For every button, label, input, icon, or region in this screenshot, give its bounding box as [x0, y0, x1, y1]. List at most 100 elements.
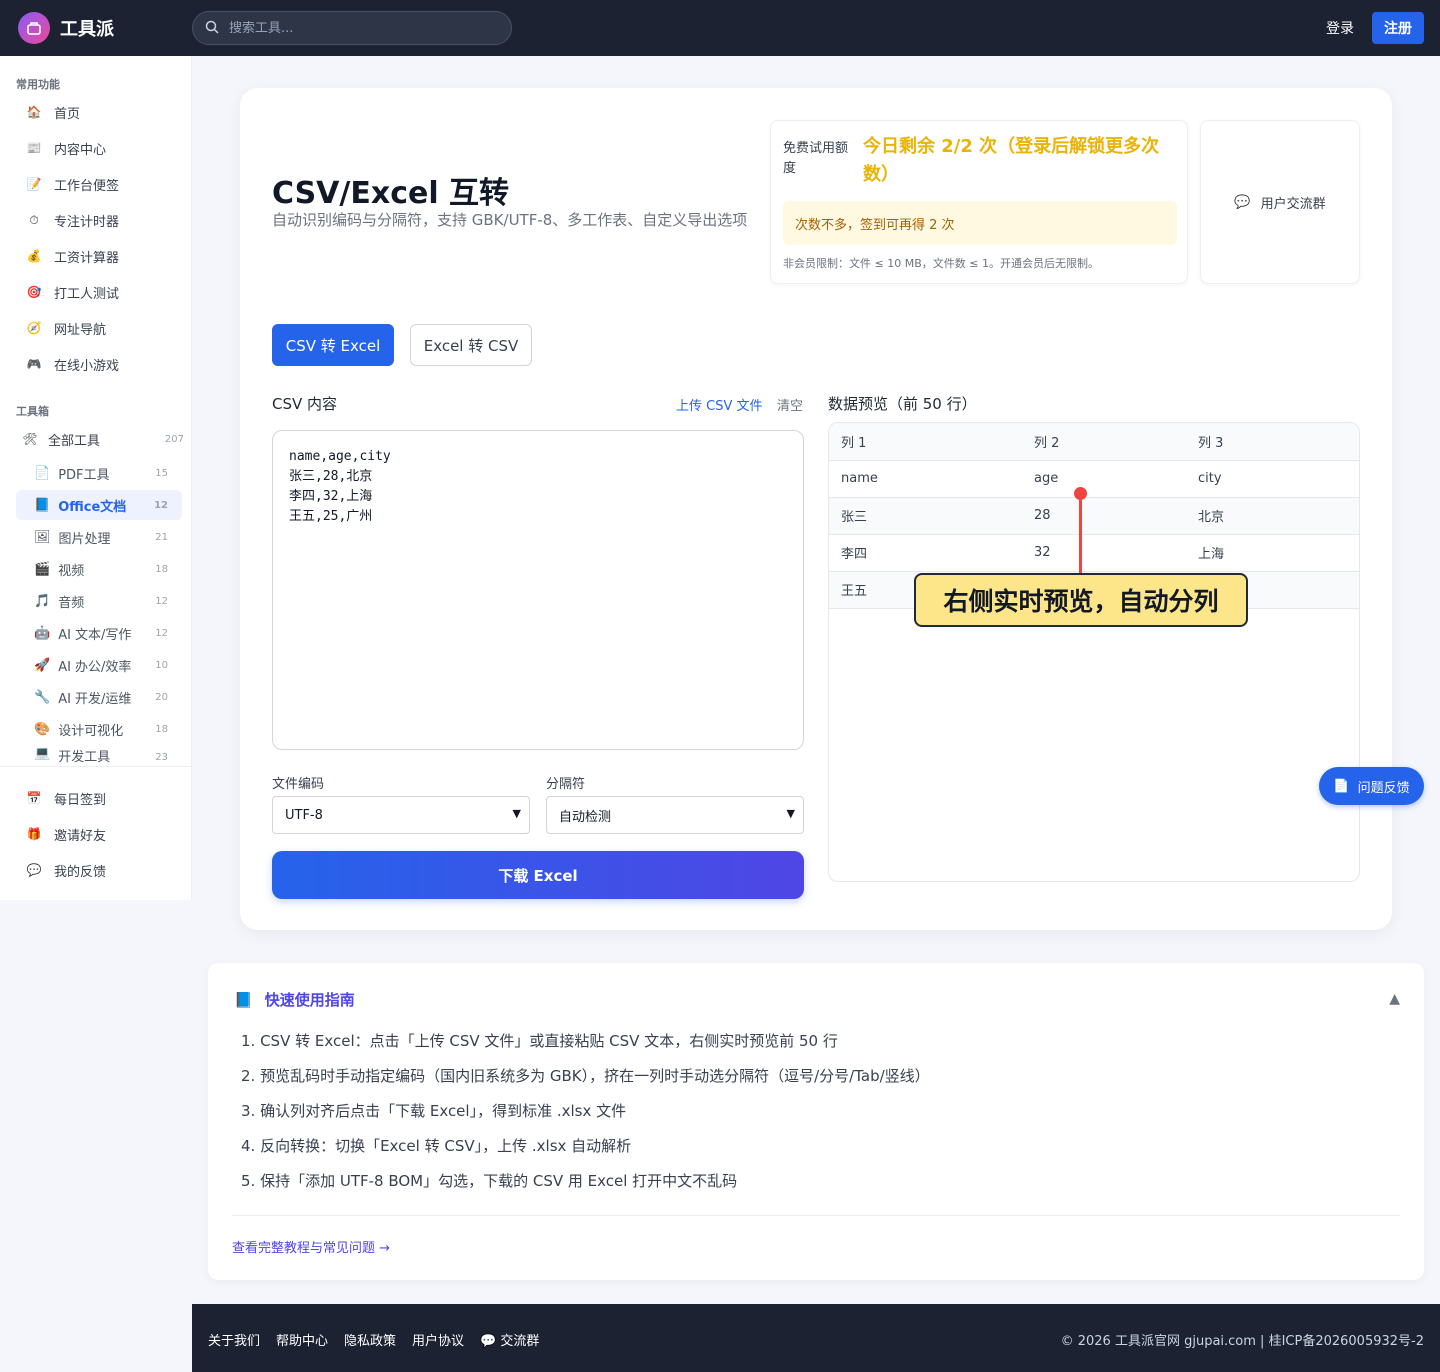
calendar-icon: 📅: [26, 791, 42, 805]
sidebar-category-ai-writing[interactable]: 🤖 AI 文本/写作 12: [16, 618, 182, 648]
upload-csv-link[interactable]: 上传 CSV 文件: [676, 395, 763, 414]
sidebar-item-label: 工作台便签: [54, 178, 120, 194]
sidebar-category-audio[interactable]: 🎵 音频 12: [16, 586, 182, 616]
footer: 关于我们 帮助中心 隐私政策 用户协议 💬 交流群 © 2026 工具派官网 g…: [192, 1304, 1440, 1372]
encoding-select[interactable]: UTF-8 ▼: [272, 796, 530, 834]
book-icon: 📘: [234, 990, 253, 1009]
sidebar-category-office[interactable]: 📘 Office文档 12: [16, 490, 182, 520]
sidebar-item-nav[interactable]: 🧭 网址导航: [16, 312, 184, 344]
user-group-label: 用户交流群: [1260, 196, 1326, 212]
list-item: 1. CSV 转 Excel：点击「上传 CSV 文件」或直接粘贴 CSV 文本…: [241, 1032, 838, 1050]
user-group-card[interactable]: 💬 用户交流群: [1200, 120, 1360, 284]
sidebar-category-image[interactable]: 🖼 图片处理 21: [16, 522, 182, 552]
download-excel-button[interactable]: 下载 Excel: [272, 851, 804, 899]
category-count: 20: [155, 691, 168, 703]
sidebar-item-label: 内容中心: [54, 142, 107, 158]
footer-link-group[interactable]: 💬 交流群: [480, 1330, 539, 1349]
category-label: Office文档: [58, 499, 127, 515]
sidebar-item-content[interactable]: 📰 内容中心: [16, 132, 184, 164]
sidebar-item-games[interactable]: 🎮 在线小游戏: [16, 348, 184, 380]
music-note-icon: 🎵: [34, 593, 51, 609]
callout-pointer-dot: [1074, 487, 1087, 500]
quick-guide-panel: 📘 快速使用指南 ▲ 1. CSV 转 Excel：点击「上传 CSV 文件」或…: [208, 963, 1424, 1280]
sidebar-item-invite[interactable]: 🎁 邀请好友: [16, 818, 184, 850]
table-cell: 李四: [829, 534, 1022, 572]
sidebar-category-ai-dev[interactable]: 🔧 AI 开发/运维 20: [16, 682, 182, 712]
money-bag-icon: 💰: [26, 249, 42, 263]
logo[interactable]: 工具派: [18, 12, 114, 44]
sidebar-category-ai-office[interactable]: 🚀 AI 办公/效率 10: [16, 650, 182, 680]
sidebar-item-timer[interactable]: ⏱ 专注计时器: [16, 204, 184, 236]
tab-csv-to-excel[interactable]: CSV 转 Excel: [272, 324, 394, 366]
full-tutorial-link[interactable]: 查看完整教程与常见问题 →: [232, 1237, 390, 1256]
sidebar-item-salary[interactable]: 💰 工资计算器: [16, 240, 184, 272]
tool-card: CSV/Excel 互转 自动识别编码与分隔符，支持 GBK/UTF-8、多工作…: [240, 88, 1392, 930]
sidebar-category-devtools[interactable]: 💻 开发工具 23: [16, 746, 182, 766]
sidebar-item-label: 全部工具: [48, 433, 101, 449]
delimiter-select[interactable]: 自动检测 ▼: [546, 796, 804, 834]
guide-header[interactable]: 📘 快速使用指南: [234, 989, 355, 1010]
footer-link-about[interactable]: 关于我们: [208, 1330, 260, 1349]
chevron-down-icon: ▼: [512, 807, 521, 820]
news-icon: 📰: [26, 141, 42, 155]
encoding-label: 文件编码: [272, 777, 325, 792]
footer-link-privacy[interactable]: 隐私政策: [344, 1330, 396, 1349]
note-icon: 📝: [26, 177, 42, 191]
computer-icon: 💻: [34, 746, 51, 761]
quota-value: 今日剩余 2/2 次（登录后解锁更多次数）: [863, 136, 1160, 185]
sidebar: 常用功能 🏠 首页 📰 内容中心 📝 工作台便签 ⏱ 专注计时器 💰 工资计算器…: [0, 56, 192, 900]
document-icon: 📄: [34, 465, 51, 481]
sidebar-item-my-feedback[interactable]: 💬 我的反馈: [16, 854, 184, 886]
csv-textarea[interactable]: name,age,city 张三,28,北京 李四,32,上海 王五,25,广州: [272, 430, 804, 750]
login-link[interactable]: 登录: [1326, 18, 1354, 38]
tab-excel-to-csv[interactable]: Excel 转 CSV: [410, 324, 532, 366]
category-count: 23: [155, 752, 168, 763]
speech-bubble-icon: 💬: [480, 1334, 497, 1349]
preview-label: 数据预览（前 50 行）: [828, 395, 977, 413]
speech-bubble-icon: 💬: [1234, 194, 1251, 210]
feedback-label: 问题反馈: [1357, 780, 1410, 796]
collapse-toggle-icon[interactable]: ▲: [1389, 991, 1400, 1007]
sidebar-category-video[interactable]: 🎬 视频 18: [16, 554, 182, 584]
palette-icon: 🎨: [34, 721, 51, 737]
category-count: 12: [155, 595, 168, 607]
footer-link-terms[interactable]: 用户协议: [412, 1330, 464, 1349]
guide-steps: 1. CSV 转 Excel：点击「上传 CSV 文件」或直接粘贴 CSV 文本…: [241, 1031, 930, 1206]
search-icon: [205, 19, 219, 38]
sidebar-item-checkin[interactable]: 📅 每日签到: [16, 782, 184, 814]
category-count: 12: [155, 627, 168, 639]
quota-limit: 非会员限制：文件 ≤ 10 MB，文件数 ≤ 1。开通会员后无限制。: [783, 257, 1099, 270]
sidebar-category-design[interactable]: 🎨 设计可视化 18: [16, 714, 182, 744]
csv-content-label: CSV 内容: [272, 395, 338, 413]
search-box[interactable]: [192, 11, 512, 45]
category-label: 设计可视化: [58, 723, 124, 739]
category-label: AI 办公/效率: [58, 659, 132, 675]
clapper-icon: 🎬: [34, 561, 51, 577]
wrench-icon: 🔧: [34, 689, 51, 705]
footer-link-help[interactable]: 帮助中心: [276, 1330, 328, 1349]
feedback-button[interactable]: 📄 问题反馈: [1319, 767, 1424, 805]
sidebar-item-home[interactable]: 🏠 首页: [16, 96, 184, 128]
sidebar-category-pdf[interactable]: 📄 PDF工具 15: [16, 458, 182, 488]
sidebar-item-all-tools[interactable]: 🛠 全部工具 207: [16, 423, 184, 455]
register-button[interactable]: 注册: [1372, 12, 1424, 44]
table-cell: 北京: [1186, 497, 1359, 535]
speech-bubble-icon: 💬: [26, 863, 42, 877]
table-row: 李四 32 上海: [829, 534, 1359, 572]
encoding-value: UTF-8: [285, 807, 323, 823]
category-label: AI 文本/写作: [58, 627, 132, 643]
chevron-down-icon: ▼: [786, 807, 795, 820]
list-item: 3. 确认列对齐后点击「下载 Excel」，得到标准 .xlsx 文件: [241, 1102, 627, 1120]
category-label: 开发工具: [58, 750, 111, 765]
list-item: 4. 反向转换：切换「Excel 转 CSV」，上传 .xlsx 自动解析: [241, 1137, 632, 1155]
clear-link[interactable]: 清空: [777, 395, 803, 414]
tool-count: 207: [164, 433, 184, 445]
table-row: name age city: [829, 460, 1359, 498]
sidebar-item-notes[interactable]: 📝 工作台便签: [16, 168, 184, 200]
table-cell: age: [1022, 460, 1186, 498]
sidebar-item-label: 邀请好友: [54, 828, 107, 844]
search-input[interactable]: [229, 20, 489, 36]
sidebar-item-test[interactable]: 🎯 打工人测试: [16, 276, 184, 308]
top-nav-bar: 工具派 登录 注册: [0, 0, 1440, 56]
table-row: 张三 28 北京: [829, 497, 1359, 535]
